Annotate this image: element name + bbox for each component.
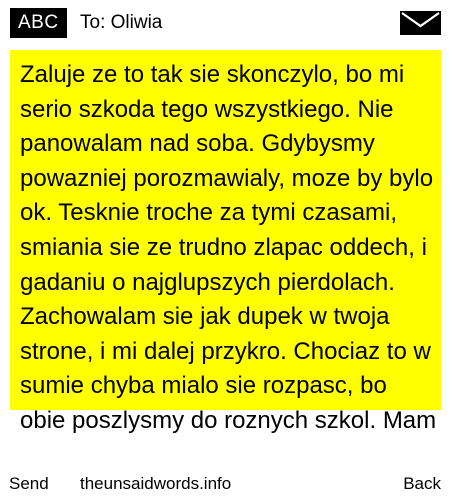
back-button[interactable]: Back bbox=[403, 473, 441, 495]
message-body[interactable]: Zaluje ze to tak sie skonczylo, bo mi se… bbox=[20, 58, 438, 439]
sms-compose-screen: ABC To: Oliwia Zaluje ze to tak sie skon… bbox=[0, 0, 450, 500]
site-url-text: theunsaidwords.info bbox=[80, 473, 232, 495]
recipient-field[interactable]: To: Oliwia bbox=[80, 9, 162, 37]
send-button[interactable]: Send bbox=[9, 473, 49, 495]
envelope-icon bbox=[400, 11, 441, 35]
softkey-bar: Send theunsaidwords.info Back bbox=[0, 472, 450, 500]
input-mode-indicator[interactable]: ABC bbox=[10, 8, 67, 38]
header: ABC To: Oliwia bbox=[0, 0, 450, 46]
